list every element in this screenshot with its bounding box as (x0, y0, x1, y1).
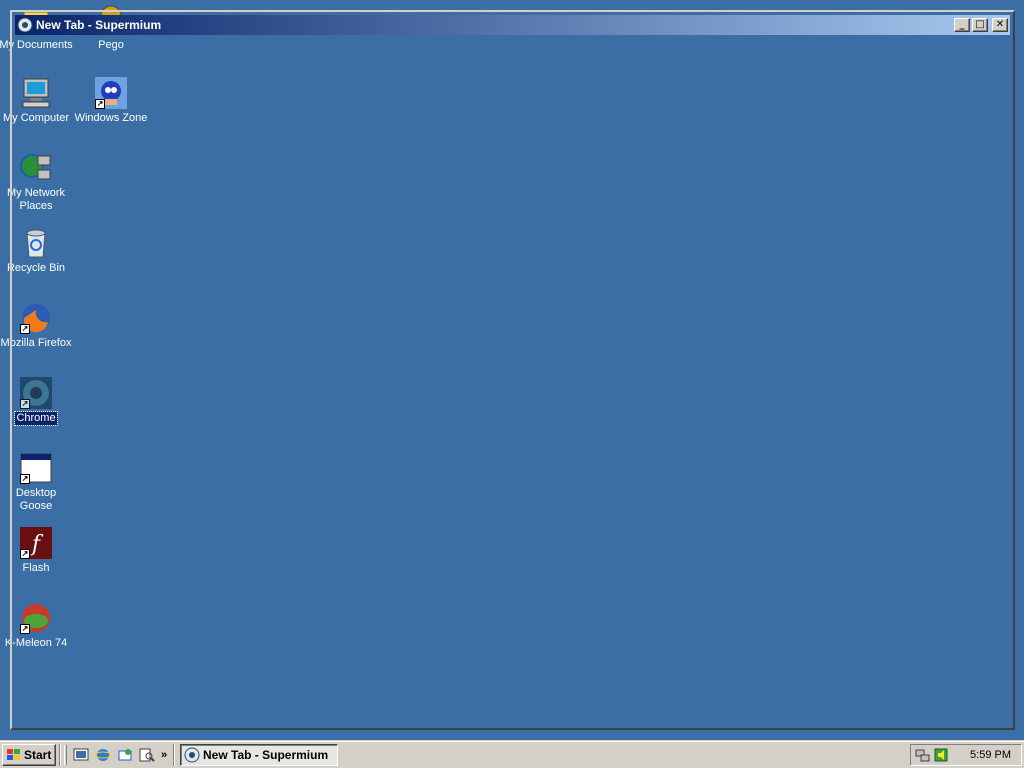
windows-logo-icon (6, 748, 22, 762)
supermium-icon (184, 747, 200, 763)
start-button[interactable]: Start (2, 743, 56, 766)
quicklaunch-grip[interactable] (64, 744, 67, 765)
system-tray: 5:59 PM (910, 743, 1022, 766)
network-tray-icon[interactable] (915, 747, 931, 763)
minimize-button[interactable]: _ (954, 18, 970, 32)
maximize-button[interactable]: □ (972, 18, 988, 32)
outlook-express-icon[interactable] (115, 745, 135, 765)
browser-window[interactable]: New Tab - Supermium _ □ ✕ (10, 10, 1015, 730)
volume-tray-icon[interactable] (933, 747, 949, 763)
search-icon[interactable] (137, 745, 157, 765)
internet-explorer-icon[interactable] (93, 745, 113, 765)
quicklaunch-overflow-button[interactable]: » (158, 749, 170, 761)
supermium-icon (17, 17, 33, 33)
close-button[interactable]: ✕ (992, 18, 1008, 32)
taskbar-separator (173, 743, 175, 766)
window-title: New Tab - Supermium (36, 18, 162, 32)
taskbar-separator (59, 743, 61, 766)
start-label: Start (24, 747, 52, 762)
taskbar-button-label: New Tab - Supermium (203, 747, 329, 762)
taskbar-clock[interactable]: 5:59 PM (970, 749, 1011, 761)
show-desktop-icon[interactable] (71, 745, 91, 765)
taskbar: Start » New Tab - Supermium 5:59 PM (0, 740, 1024, 768)
taskbar-button-supermium[interactable]: New Tab - Supermium (180, 743, 338, 766)
window-titlebar[interactable]: New Tab - Supermium _ □ ✕ (15, 15, 1010, 35)
